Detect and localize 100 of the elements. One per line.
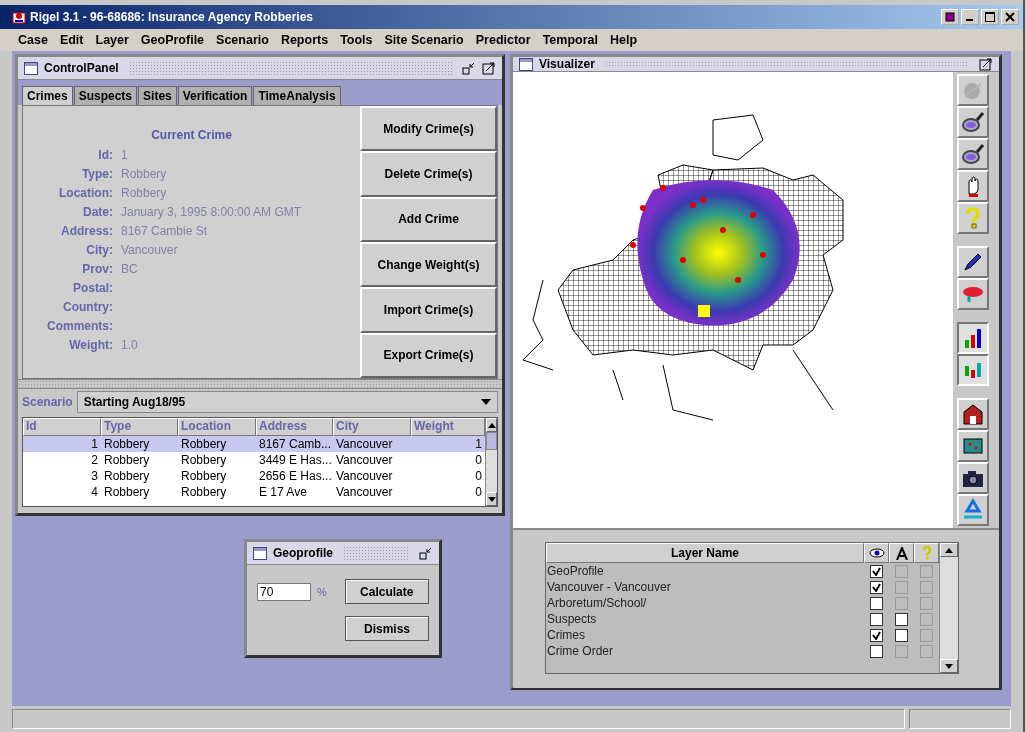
extra-window-icon[interactable]	[941, 9, 959, 25]
maximize-icon[interactable]	[482, 61, 496, 75]
window-icon	[24, 61, 38, 75]
field-value: BC	[121, 262, 139, 277]
percent-input[interactable]: 70	[257, 582, 311, 601]
table-cell-text: 4	[90, 485, 99, 499]
section-heading: Current Crime	[150, 128, 233, 142]
field-label: Country:	[62, 300, 113, 315]
table-cell-text: Robbery	[103, 469, 151, 483]
tab[interactable]: Verification	[177, 86, 253, 105]
splitter-handle[interactable]	[513, 528, 999, 530]
menu-item[interactable]: Scenario	[210, 33, 275, 47]
maximize-icon[interactable]	[979, 57, 993, 71]
field-label: Postal:	[72, 281, 113, 296]
table-cell-text: Robbery	[180, 485, 228, 499]
scrollbar[interactable]	[939, 543, 958, 673]
scroll-down-arrow-icon[interactable]	[487, 496, 496, 502]
scrollbar[interactable]	[485, 418, 497, 506]
minimize-icon[interactable]	[961, 9, 979, 25]
maximize-icon[interactable]	[981, 9, 999, 25]
scroll-up-arrow-icon[interactable]	[945, 547, 953, 553]
table-row[interactable]: 2 Robbery Robbery 3449 E Has... Vancouver 0	[23, 452, 485, 468]
tab[interactable]: Suspects	[73, 86, 138, 105]
hand-tool-button[interactable]	[957, 170, 989, 202]
menu-item[interactable]: Tools	[334, 33, 379, 47]
splitter-handle[interactable]	[18, 379, 502, 389]
table-row[interactable]: 1 Robbery Robbery 8167 Camb... Vancouver 1	[23, 436, 485, 452]
calculate-button[interactable]: Calculate	[344, 579, 429, 604]
field-label: City:	[85, 243, 113, 258]
map-tool-button[interactable]	[957, 430, 989, 462]
action-button[interactable]: Import Crime(s)	[360, 287, 497, 333]
menu-item[interactable]: Help	[603, 33, 644, 47]
menu-item[interactable]: Case	[12, 33, 54, 47]
dismiss-button[interactable]: Dismiss	[345, 616, 429, 641]
magnifier-zoom-in-icon	[961, 110, 985, 134]
menu-item[interactable]: GeoProfile	[134, 33, 211, 47]
action-button[interactable]: Add Crime	[360, 196, 497, 242]
table-cell-text: Robbery	[180, 469, 228, 483]
checkbox[interactable]	[870, 644, 883, 658]
question-mark-icon	[921, 546, 932, 560]
action-button[interactable]: Change Weight(s)	[360, 242, 497, 288]
field-value: Vancouver	[121, 243, 179, 258]
table-cell-text: 1	[474, 437, 483, 451]
menu-item[interactable]: Reports	[274, 33, 335, 47]
table-cell-text: 3449 E Has...	[258, 453, 333, 467]
action-button[interactable]: Delete Crime(s)	[360, 151, 497, 197]
menu-item[interactable]: Predictor	[469, 33, 537, 47]
menu-item[interactable]: Edit	[53, 33, 90, 47]
table-row[interactable]: 3 Robbery Robbery 2656 E Has... Vancouver 0	[23, 468, 485, 484]
layer-name: Suspects	[546, 612, 598, 626]
tab[interactable]: Sites	[138, 86, 177, 105]
checkbox[interactable]	[870, 612, 883, 626]
checkbox[interactable]	[895, 628, 908, 642]
house-icon	[961, 402, 985, 426]
window-title: Rigel 3.1 - 96-68686: Insurance Agency Robberies	[30, 10, 314, 24]
column-header[interactable]: Layer Name	[546, 543, 864, 563]
house-tool-button[interactable]	[957, 398, 989, 430]
restore-icon[interactable]	[419, 546, 433, 560]
menu-item[interactable]: Layer	[89, 33, 135, 47]
window-icon	[253, 546, 267, 560]
checkbox[interactable]	[895, 612, 908, 626]
scenario-dropdown[interactable]: Starting Aug18/95	[76, 391, 498, 413]
tab[interactable]: TimeAnalysis	[253, 86, 341, 105]
tab[interactable]: Crimes	[22, 86, 73, 105]
pen-tool-button[interactable]	[957, 246, 989, 278]
table-cell-text: Robbery	[180, 453, 228, 467]
layer-name: Vancouver - Vancouver	[546, 580, 672, 594]
window-title: Geoprofile	[273, 546, 333, 560]
column-header[interactable]	[889, 543, 914, 563]
action-button[interactable]: Modify Crime(s)	[360, 106, 497, 152]
magnifier-zoom-in-tool-button[interactable]	[957, 106, 989, 138]
layer-name: GeoProfile	[546, 564, 605, 578]
checkbox[interactable]	[870, 596, 883, 610]
table-cell-text: Vancouver	[335, 453, 394, 467]
table-row[interactable]: 4 Robbery Robbery E 17 Ave Vancouver 0	[23, 484, 485, 500]
table-cell-text: 8167 Camb...	[258, 437, 333, 451]
close-icon[interactable]	[1001, 9, 1019, 25]
map-canvas[interactable]	[513, 72, 953, 528]
magnifier-zoom-out-tool-button[interactable]	[957, 138, 989, 170]
table-cell-text: Vancouver	[335, 485, 394, 499]
bar-chart-tool-button[interactable]	[957, 322, 989, 354]
field-value: Robbery	[121, 167, 168, 182]
checkbox[interactable]	[870, 628, 883, 642]
menu-item[interactable]: Site Scenario	[378, 33, 470, 47]
candlestick-chart-tool-button[interactable]	[957, 354, 989, 386]
scroll-up-arrow-icon[interactable]	[487, 422, 496, 428]
app-icon	[12, 10, 26, 24]
camera-tool-button[interactable]	[957, 462, 989, 494]
checkbox[interactable]	[870, 580, 883, 594]
column-header[interactable]	[864, 543, 889, 563]
checkbox[interactable]	[870, 564, 883, 578]
scroll-thumb[interactable]	[486, 432, 497, 450]
restore-icon[interactable]	[462, 61, 476, 75]
table-cell-text: Robbery	[103, 437, 151, 451]
field-label: Id:	[97, 148, 113, 163]
field-label: Date:	[82, 205, 113, 220]
action-button[interactable]: Export Crime(s)	[360, 332, 497, 378]
question-mark-tool-button[interactable]	[957, 202, 989, 234]
menu-item[interactable]: Temporal	[536, 33, 604, 47]
scroll-down-arrow-icon[interactable]	[945, 663, 953, 669]
